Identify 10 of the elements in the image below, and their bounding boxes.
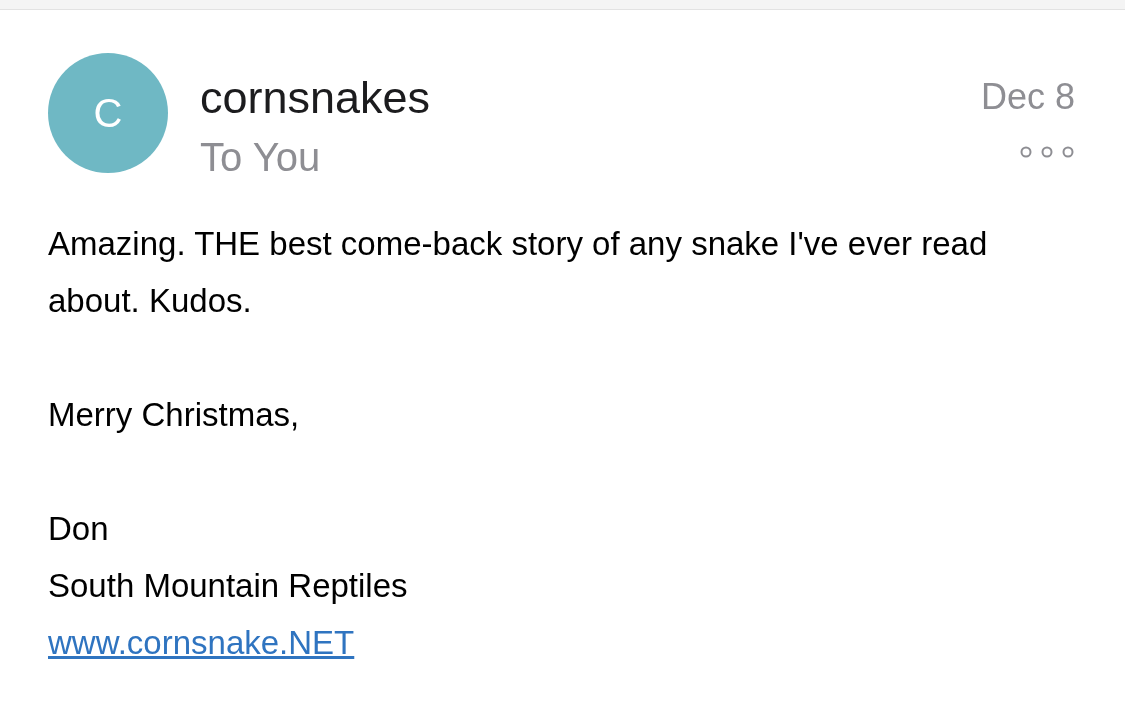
body-paragraph: Merry Christmas, — [48, 395, 301, 435]
website-link[interactable]: www.cornsnake.NET — [48, 624, 355, 661]
sender-name: cornsnakes — [200, 71, 432, 125]
more-icon[interactable] — [1019, 145, 1075, 159]
signature-line: Don — [48, 509, 110, 549]
body-paragraph: Amazing. THE best come-back story of any snake I've ever read about. Kudos. — [48, 224, 989, 321]
avatar: C — [48, 53, 168, 173]
message-date: Dec 8 — [980, 75, 1075, 119]
signature-line: South Mountain Reptiles — [48, 566, 409, 606]
recipient-label: To You — [200, 134, 322, 181]
